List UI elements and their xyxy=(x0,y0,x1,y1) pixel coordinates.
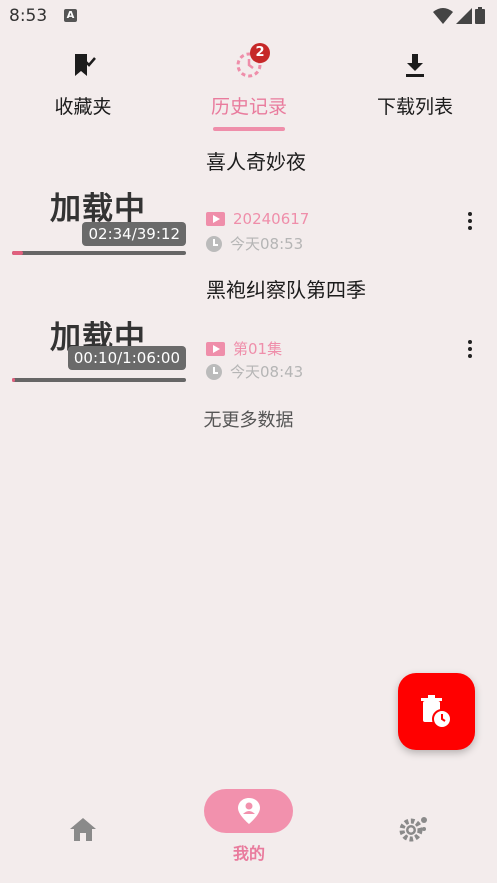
tab-label: 下载列表 xyxy=(376,96,453,118)
history-item[interactable]: 加载中 00:10/1:06:00 黑袍纠察队第四季 第01集 今天08:43 xyxy=(0,272,497,392)
nav-home[interactable] xyxy=(0,788,166,868)
download-icon xyxy=(406,54,424,77)
duration-badge: 00:10/1:06:00 xyxy=(67,346,186,370)
tab-indicator xyxy=(213,127,285,131)
signal-icon xyxy=(456,8,472,24)
watched-time: 今天08:43 xyxy=(230,363,304,381)
episode-row: 20240617 xyxy=(206,210,309,228)
wifi-icon xyxy=(433,8,453,24)
nav-active-pill xyxy=(204,789,293,833)
more-options-icon[interactable] xyxy=(465,338,475,362)
person-pin-icon xyxy=(238,798,260,824)
tab-history[interactable]: 历史记录 xyxy=(166,40,332,136)
history-title: 黑袍纠察队第四季 xyxy=(206,278,366,302)
duration-badge: 02:34/39:12 xyxy=(82,222,186,246)
episode-label: 20240617 xyxy=(233,210,310,228)
clock-icon xyxy=(206,235,222,252)
tab-label: 历史记录 xyxy=(210,96,287,118)
settings-icon xyxy=(399,817,427,842)
episode-label: 第01集 xyxy=(233,340,283,358)
watch-progress-bar xyxy=(12,251,186,255)
clear-history-button[interactable] xyxy=(398,673,475,750)
play-icon xyxy=(206,212,225,226)
battery-icon xyxy=(475,7,485,24)
status-time: 8:53 xyxy=(9,6,48,26)
no-more-data-text: 无更多数据 xyxy=(203,410,294,431)
notification-icon: A xyxy=(64,9,77,22)
more-options-icon[interactable] xyxy=(465,210,475,234)
watched-time-row: 今天08:53 xyxy=(206,233,303,254)
clock-icon xyxy=(206,363,222,380)
bookmark-check-icon xyxy=(75,54,96,76)
tab-label: 收藏夹 xyxy=(54,96,112,118)
video-thumbnail[interactable]: 加载中 00:10/1:06:00 xyxy=(12,274,186,384)
nav-settings[interactable] xyxy=(331,788,497,868)
watched-time: 今天08:53 xyxy=(230,235,304,253)
clear-history-icon xyxy=(421,695,452,729)
history-count-badge: 2 xyxy=(250,43,270,63)
watch-progress-fill xyxy=(12,378,16,382)
watch-progress-bar xyxy=(12,378,186,382)
nav-mine[interactable]: 我的 xyxy=(166,788,332,868)
watch-progress-fill xyxy=(12,251,24,255)
tab-favorites[interactable]: 收藏夹 xyxy=(0,40,166,136)
tab-downloads[interactable]: 下载列表 xyxy=(332,40,497,136)
history-item[interactable]: 加载中 02:34/39:12 喜人奇妙夜 20240617 今天08:53 xyxy=(0,140,497,260)
history-title: 喜人奇妙夜 xyxy=(206,150,306,174)
home-icon xyxy=(70,818,96,841)
status-icons xyxy=(433,7,485,24)
nav-label: 我的 xyxy=(232,844,265,863)
play-icon xyxy=(206,341,225,356)
episode-row: 第01集 xyxy=(206,338,282,359)
watched-time-row: 今天08:43 xyxy=(206,361,303,382)
video-thumbnail[interactable]: 加载中 02:34/39:12 xyxy=(12,145,186,255)
